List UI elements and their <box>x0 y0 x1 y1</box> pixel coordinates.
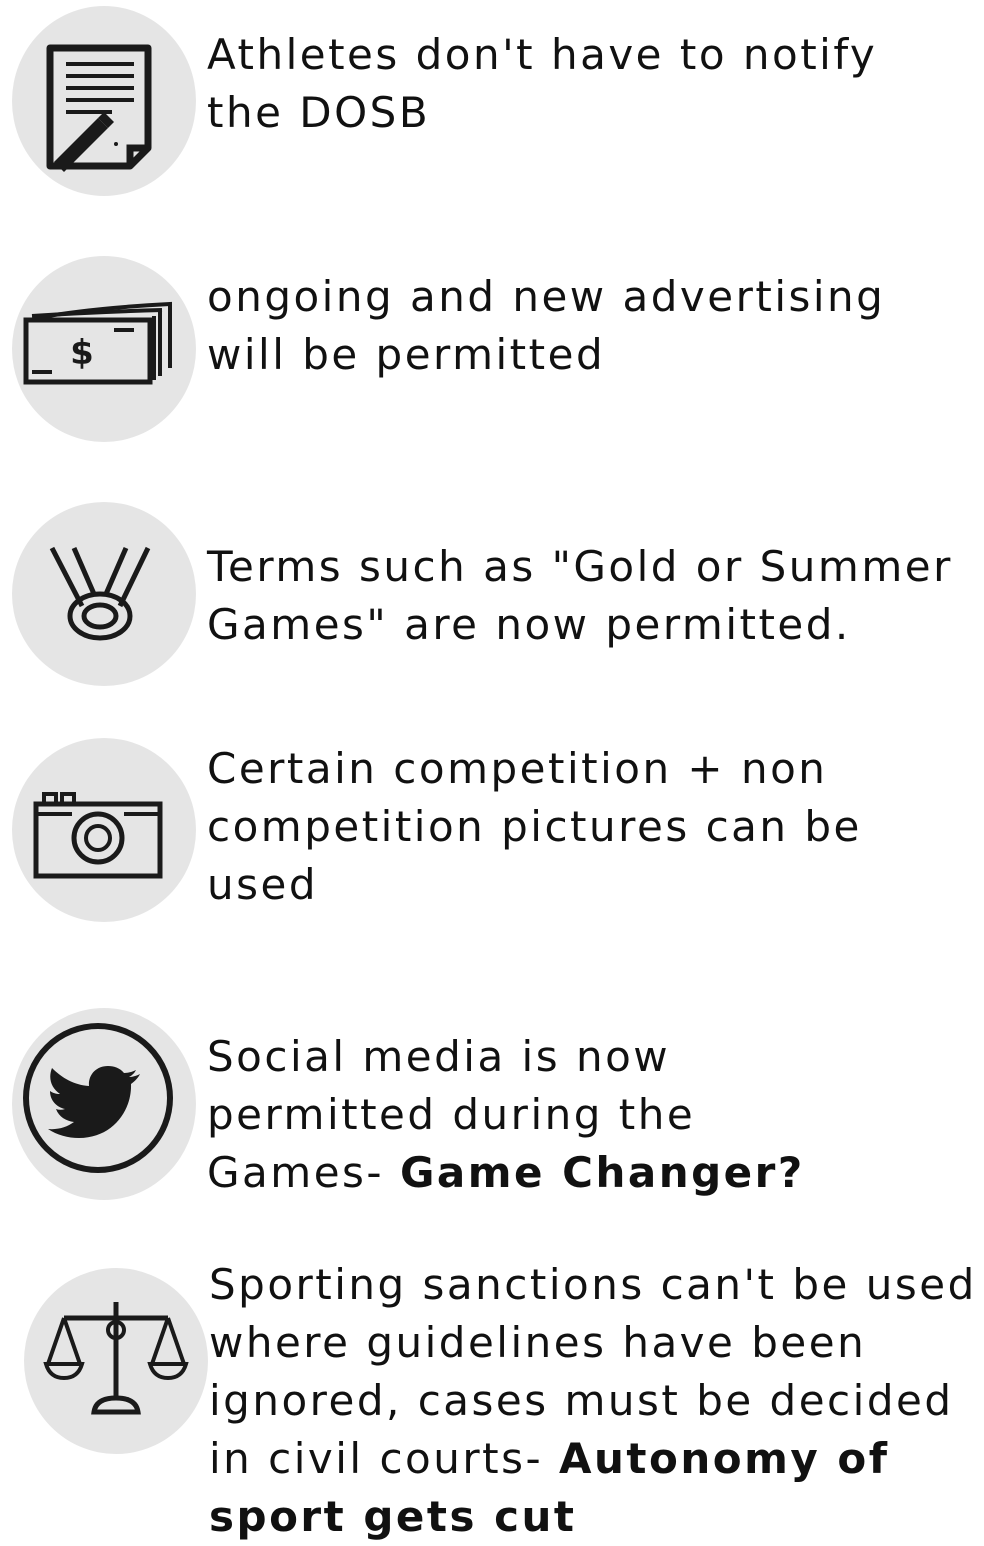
item-4-label: Certain competition + non competition pi… <box>207 744 862 909</box>
icon-circle-6 <box>24 1268 208 1454</box>
icon-circle-4 <box>12 738 196 922</box>
icon-circle-3 <box>12 502 196 686</box>
medal-icon <box>49 546 151 641</box>
money-stack-icon: $ <box>23 301 172 385</box>
item-6-text: Sporting sanctions can't be used where g… <box>209 1256 979 1546</box>
item-5-emphasis: Game Changer? <box>399 1148 805 1197</box>
item-3-text: Terms such as "Gold or Summer Games" are… <box>207 538 967 654</box>
icon-circle-1 <box>12 6 196 196</box>
item-4-text: Certain competition + non competition pi… <box>207 740 977 914</box>
svg-text:$: $ <box>70 333 94 373</box>
item-5-text: Social media is now permitted during the… <box>207 1028 847 1202</box>
camera-icon <box>33 792 163 879</box>
icon-circle-2: $ <box>12 256 196 442</box>
document-pencil-icon <box>46 44 152 172</box>
item-3-label: Terms such as "Gold or Summer Games" are… <box>207 542 953 649</box>
item-1-text: Athletes don't have to notify the DOSB <box>207 26 967 142</box>
twitter-bird-icon <box>23 1023 173 1173</box>
icon-circle-5 <box>12 1008 196 1200</box>
item-2-text: ongoing and new advertising will be perm… <box>207 268 967 384</box>
item-2-label: ongoing and new advertising will be perm… <box>207 272 886 379</box>
scales-of-justice-icon <box>43 1302 189 1415</box>
item-1-label: Athletes don't have to notify the DOSB <box>207 30 878 137</box>
